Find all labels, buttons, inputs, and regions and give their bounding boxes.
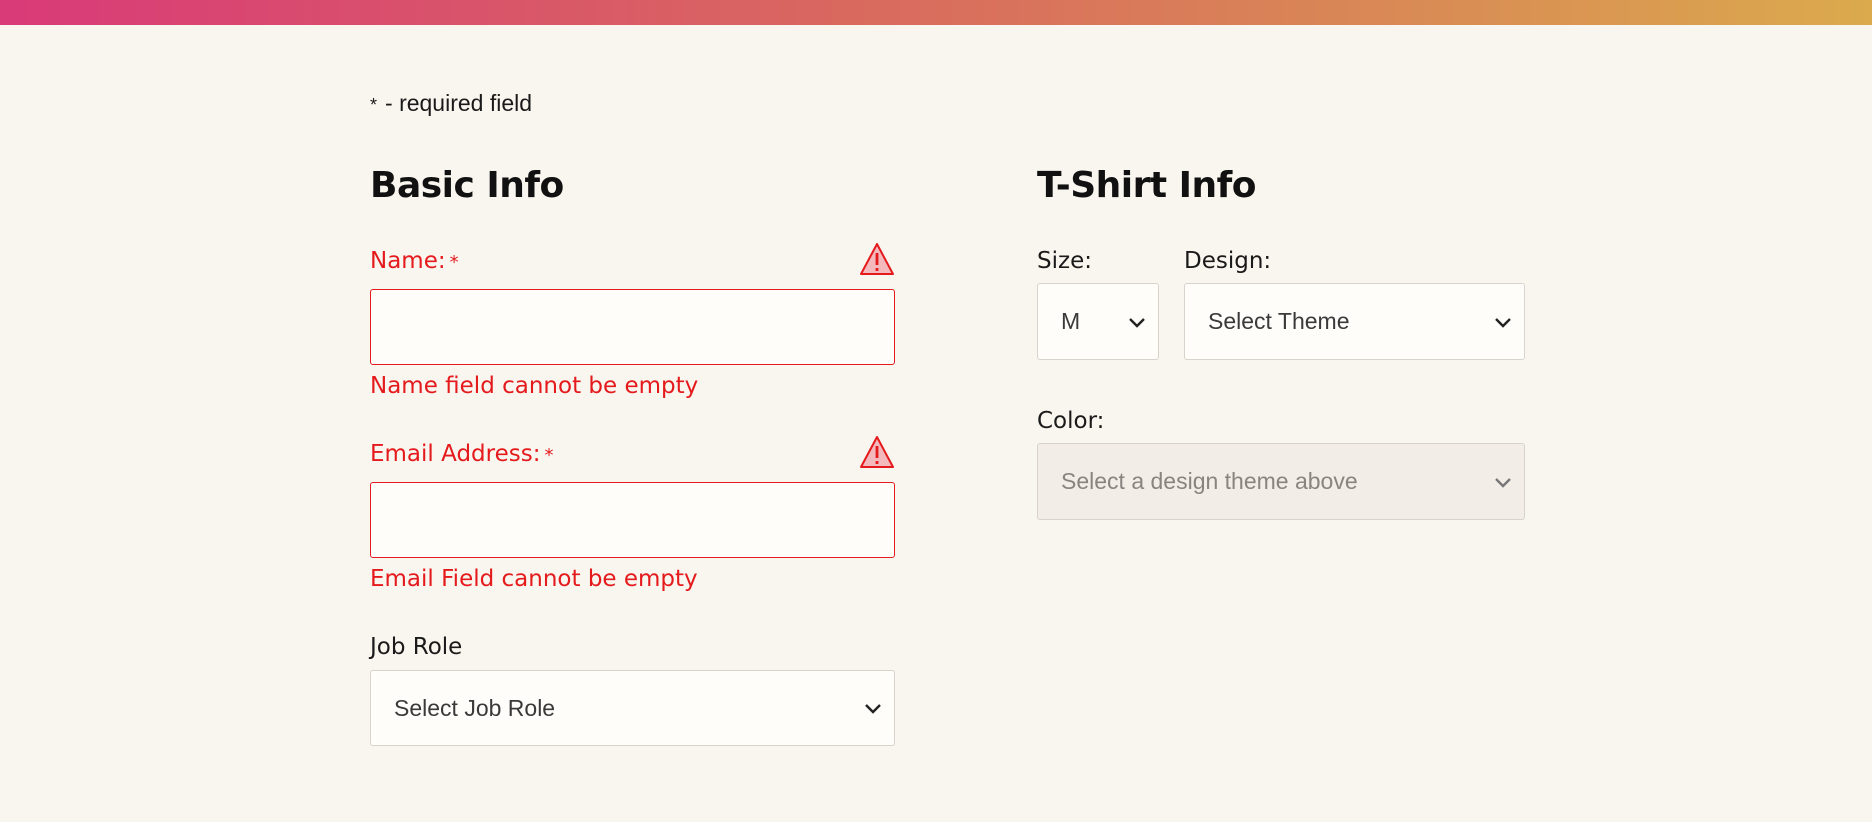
color-select[interactable]: Select a design theme above: [1037, 443, 1525, 520]
name-label: Name: *: [370, 248, 459, 274]
email-label-text: Email Address:: [370, 441, 541, 467]
job-role-selected-value: Select Job Role: [394, 694, 556, 721]
name-error-message: Name field cannot be empty: [370, 373, 699, 399]
required-field-note: * - required field: [370, 90, 532, 117]
design-label: Design:: [1184, 248, 1272, 274]
chevron-down-icon: [1495, 317, 1511, 328]
tshirt-info-title: T-Shirt Info: [1037, 165, 1257, 206]
header-gradient-bar: [0, 0, 1872, 25]
chevron-down-icon: [865, 704, 881, 714]
basic-info-title: Basic Info: [370, 165, 564, 206]
name-input[interactable]: [370, 289, 895, 365]
email-input[interactable]: [370, 482, 895, 558]
size-selected-value: M: [1061, 308, 1081, 334]
color-label: Color:: [1037, 408, 1105, 434]
size-label: Size:: [1037, 248, 1092, 274]
required-note-text: - required field: [385, 90, 533, 116]
chevron-down-icon: [1495, 477, 1511, 488]
required-star: *: [370, 95, 378, 115]
chevron-down-icon: [1129, 317, 1145, 328]
email-label: Email Address: *: [370, 441, 553, 467]
size-select[interactable]: M: [1037, 283, 1159, 360]
job-role-label: Job Role: [370, 634, 463, 660]
email-warning-icon: [860, 436, 894, 468]
job-role-select[interactable]: Select Job Role: [370, 670, 895, 746]
name-required-star: *: [449, 252, 459, 273]
design-select[interactable]: Select Theme: [1184, 283, 1525, 360]
email-error-message: Email Field cannot be empty: [370, 566, 698, 592]
color-selected-value: Select a design theme above: [1061, 468, 1358, 494]
name-label-text: Name:: [370, 248, 446, 274]
design-selected-value: Select Theme: [1208, 308, 1350, 334]
email-required-star: *: [544, 445, 554, 466]
name-warning-icon: [860, 243, 894, 275]
